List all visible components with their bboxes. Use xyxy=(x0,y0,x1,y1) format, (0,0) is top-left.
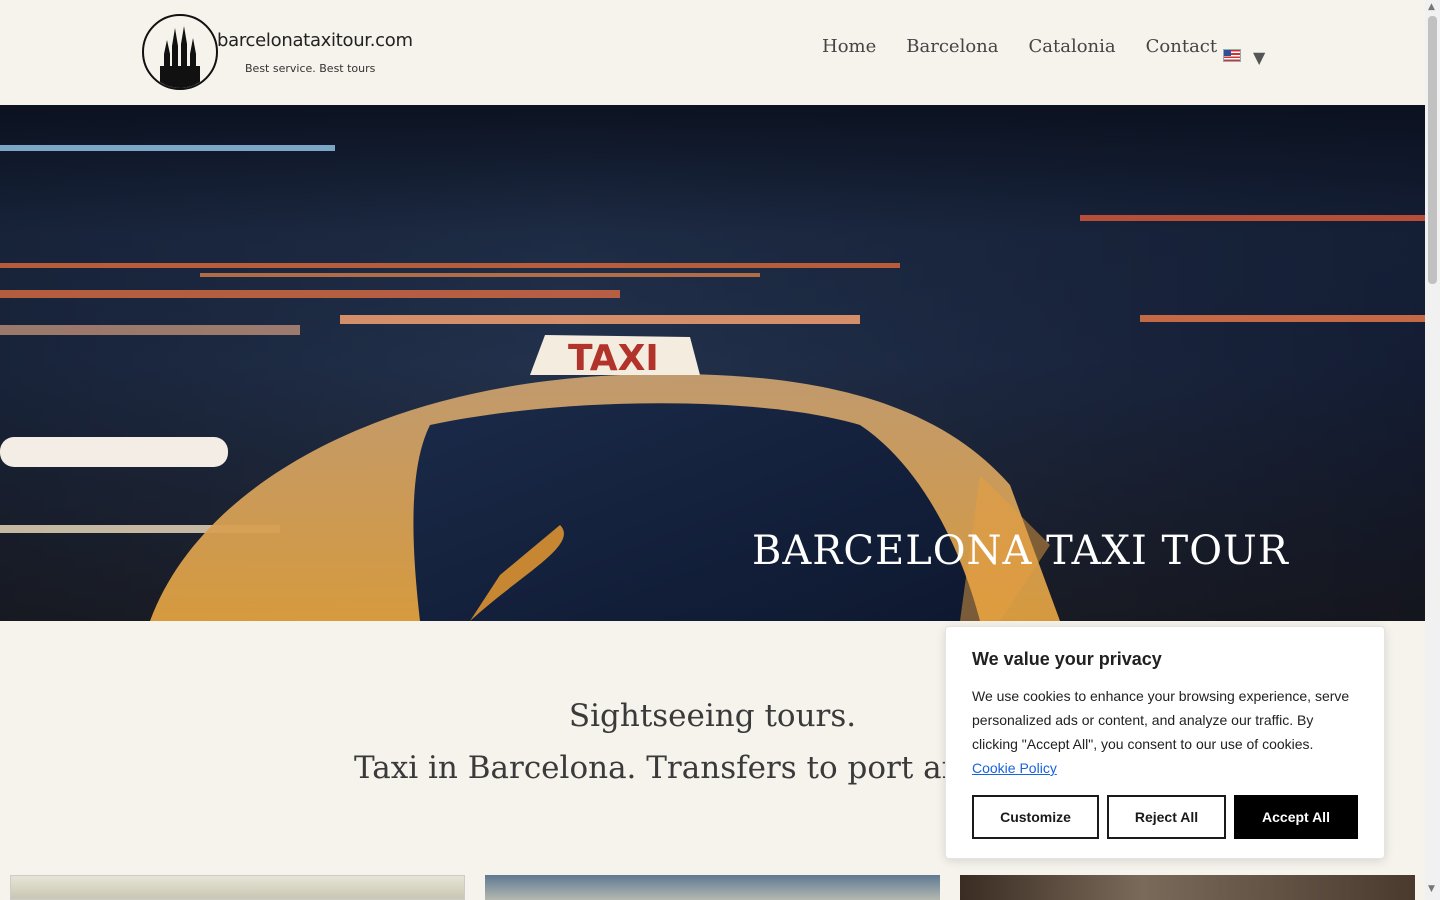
nav-barcelona[interactable]: Barcelona xyxy=(906,36,998,57)
site-header: barcelonataxitour.com Best service. Best… xyxy=(0,0,1425,104)
nav-contact[interactable]: Contact xyxy=(1146,36,1217,57)
page-scrollbar[interactable]: ▲ ▼ xyxy=(1425,0,1440,900)
us-flag-icon xyxy=(1223,49,1241,62)
section-subheading: Taxi in Barcelona. Transfers to port and xyxy=(354,750,982,786)
language-switcher[interactable]: ▼ xyxy=(1223,44,1265,67)
cookie-consent-banner: We value your privacy We use cookies to … xyxy=(945,626,1385,859)
cookie-policy-link[interactable]: Cookie Policy xyxy=(972,760,1057,776)
nav-home[interactable]: Home xyxy=(822,36,876,57)
hero-title: BARCELONA TAXI TOUR xyxy=(752,528,1289,574)
tour-card-image[interactable] xyxy=(10,875,465,900)
nav-catalonia[interactable]: Catalonia xyxy=(1028,36,1115,57)
scrollbar-thumb[interactable] xyxy=(1428,16,1437,284)
cookie-title: We value your privacy xyxy=(972,649,1162,669)
cookie-body-text: We use cookies to enhance your browsing … xyxy=(972,688,1350,752)
tour-card-image[interactable] xyxy=(960,875,1415,900)
logo-tagline: Best service. Best tours xyxy=(245,62,376,75)
sagrada-familia-logo-icon xyxy=(142,14,218,90)
main-nav: Home Barcelona Catalonia Contact xyxy=(822,36,1247,57)
accept-all-button[interactable]: Accept All xyxy=(1234,795,1358,839)
logo-name: barcelonataxitour.com xyxy=(217,30,413,51)
scroll-down-icon[interactable]: ▼ xyxy=(1428,884,1435,894)
cookie-body: We use cookies to enhance your browsing … xyxy=(972,684,1360,780)
taxi-sign-text: TAXI xyxy=(568,338,659,379)
chevron-down-icon: ▼ xyxy=(1253,48,1266,67)
hero-banner: TAXI BARCELONA TAXI TOUR xyxy=(0,105,1425,621)
site-logo[interactable]: barcelonataxitour.com Best service. Best… xyxy=(142,14,413,90)
reject-all-button[interactable]: Reject All xyxy=(1107,795,1226,839)
tour-card-image[interactable] xyxy=(485,875,940,900)
scroll-up-icon[interactable]: ▲ xyxy=(1428,2,1435,12)
customize-button[interactable]: Customize xyxy=(972,795,1099,839)
